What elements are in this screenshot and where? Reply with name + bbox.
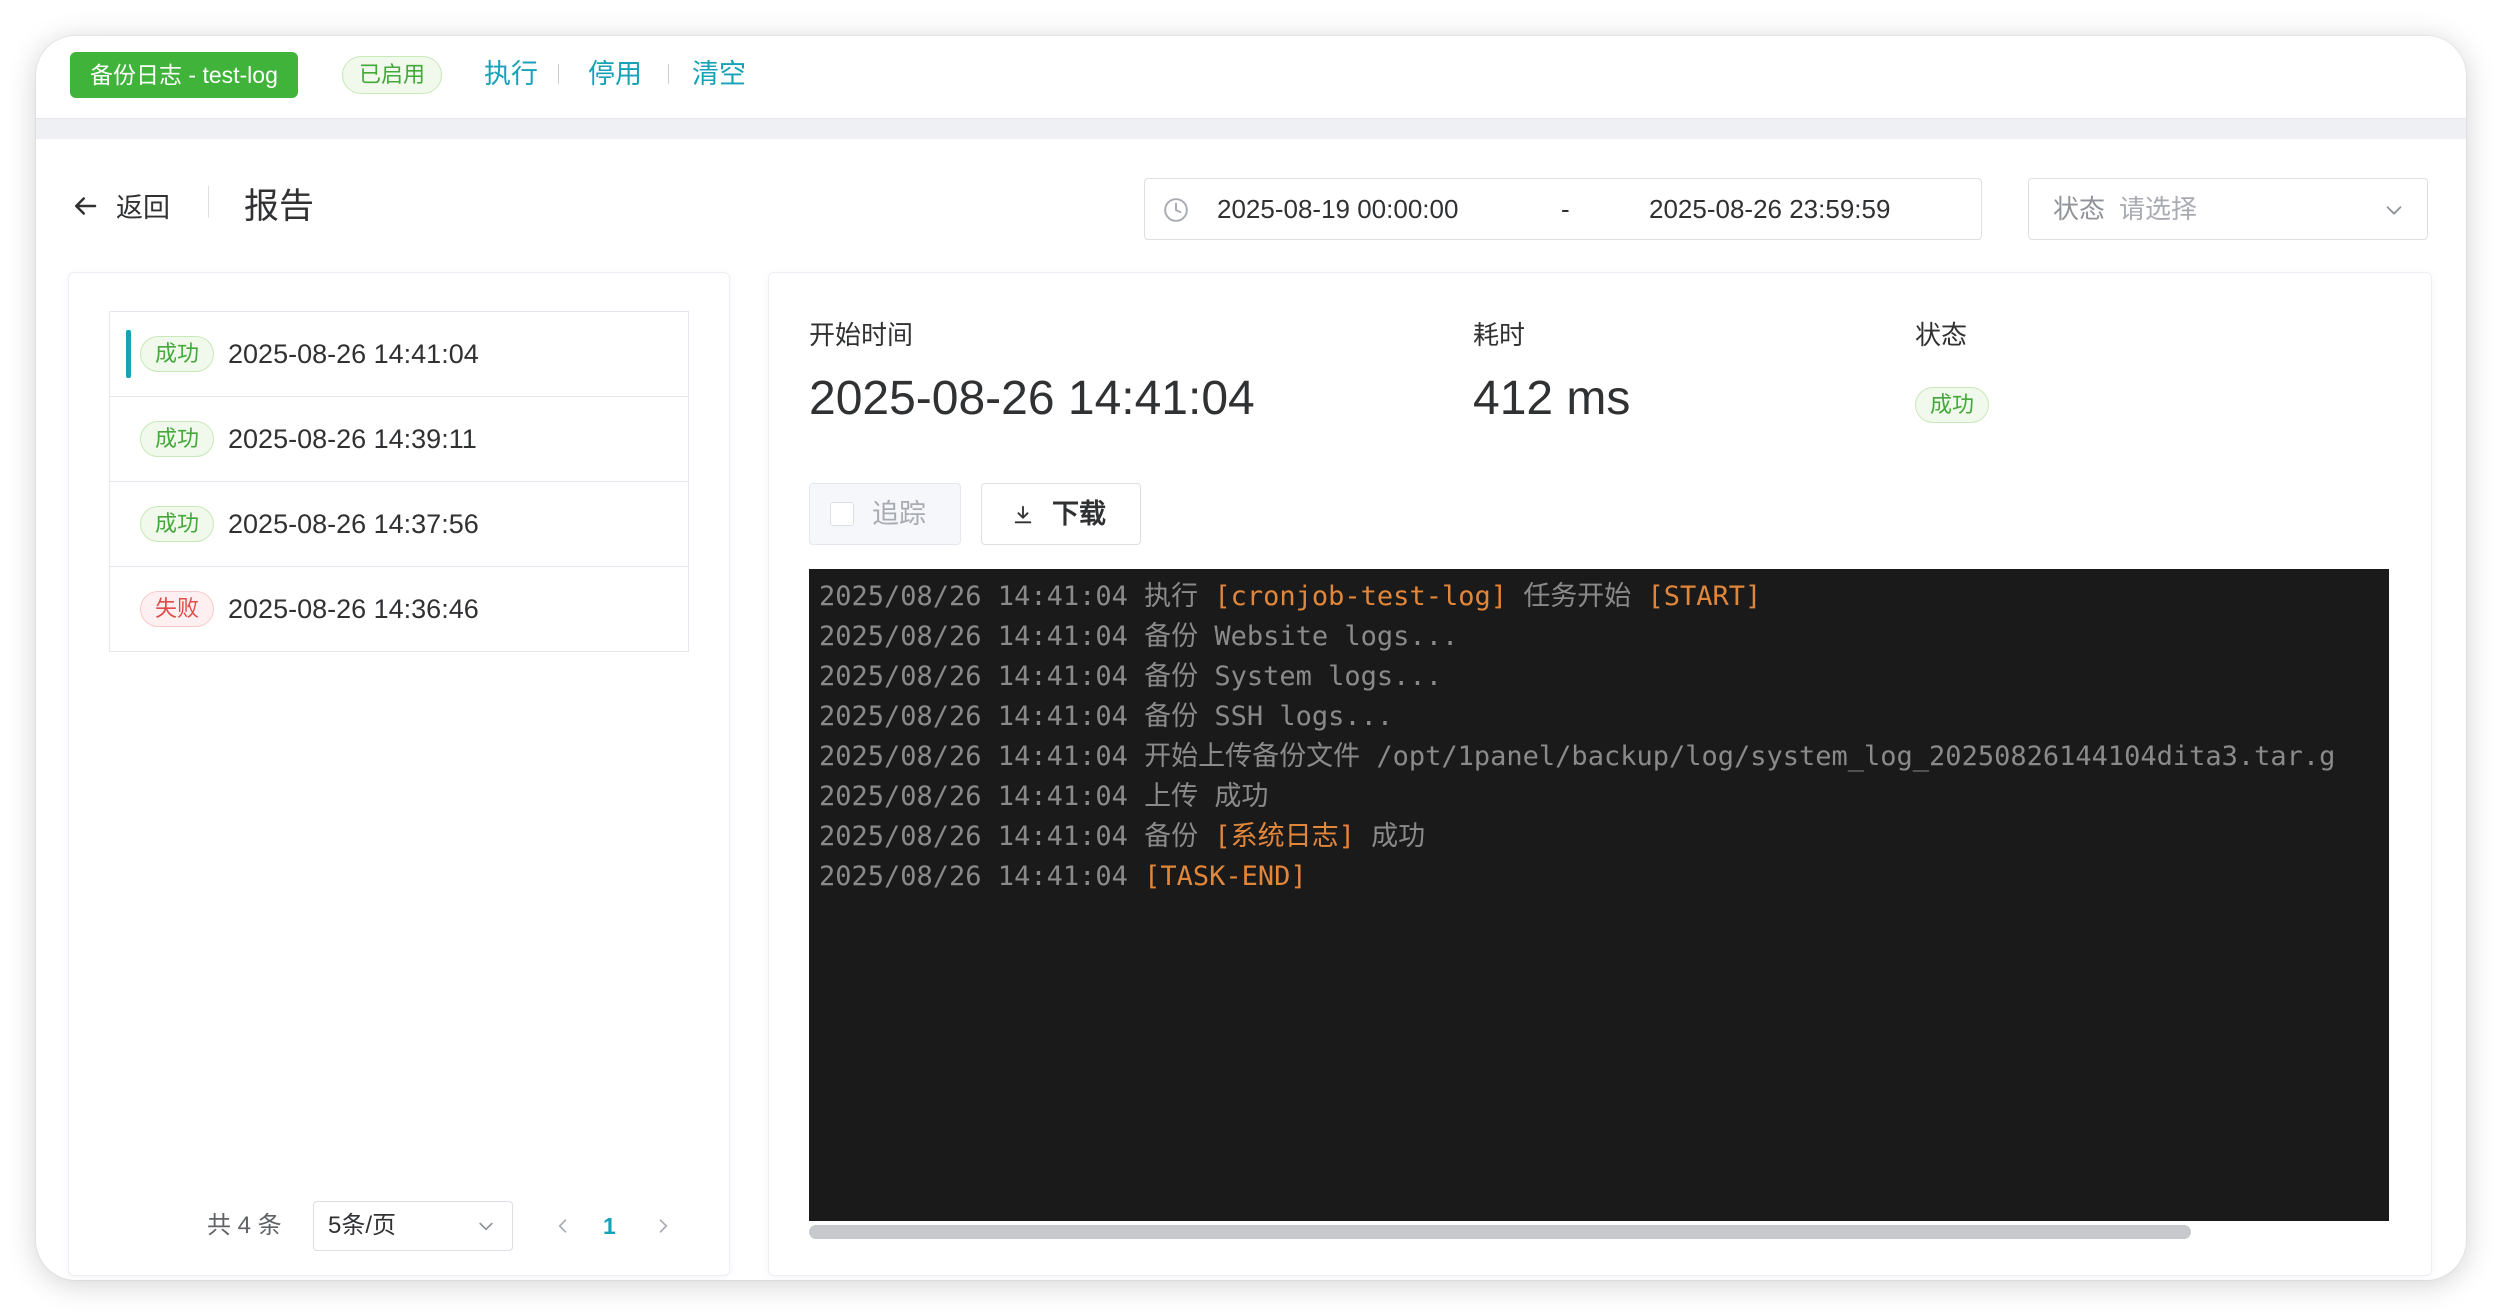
log-text: 备份 SSH logs... [1127,701,1394,732]
status-filter-select[interactable]: 状态 请选择 [2028,178,2428,240]
log-text: 上传 成功 [1127,781,1269,812]
log-text: 备份 System logs... [1127,661,1442,692]
back-label: 返回 [116,193,170,223]
app-window: 备份日志 - test-log 已启用 执行 停用 清空 返回 报告 2025-… [36,36,2466,1280]
pagination: 共 4 条 5条/页 1 [69,1201,729,1251]
chevron-down-icon [2386,206,2402,215]
page-size-select[interactable]: 5条/页 [313,1201,513,1251]
date-range-picker[interactable]: 2025-08-19 00:00:00 - 2025-08-26 23:59:5… [1144,178,1982,240]
status-badge: 成功 [1915,387,1990,423]
page-title: 报告 [244,187,315,226]
log-timestamp: 2025/08/26 14:41:04 [819,741,1128,772]
run-button[interactable]: 执行 [484,54,538,94]
log-timestamp: 2025/08/26 14:41:04 [819,701,1128,732]
record-item[interactable]: 成功 2025-08-26 14:39:11 [110,397,688,482]
clear-button[interactable]: 清空 [692,54,746,94]
download-button[interactable]: 下载 [981,483,1141,545]
status-label: 状态 [1915,320,1968,350]
download-label: 下载 [1052,499,1106,529]
chevron-right-icon[interactable] [653,1215,673,1237]
duration-label: 耗时 [1473,320,1526,350]
status-badge: 成功 [140,506,215,542]
log-text: 执行 [1127,581,1215,612]
log-line: 2025/08/26 14:41:04 备份 System logs... [819,657,2389,697]
trace-checkbox[interactable]: 追踪 [809,483,961,545]
chevron-left-icon[interactable] [553,1215,573,1237]
log-lines: 2025/08/26 14:41:04 执行 [cronjob-test-log… [819,577,2389,897]
record-item[interactable]: 成功 2025-08-26 14:41:04 [110,312,688,397]
job-name-tag: 备份日志 - test-log [70,52,298,98]
clock-icon [1164,198,1188,222]
trace-label: 追踪 [872,499,926,529]
start-time-label: 开始时间 [809,320,914,350]
log-text: 备份 Website logs... [1127,621,1459,652]
page-size-value: 5条/页 [328,1212,397,1239]
status-filter-placeholder: 请选择 [2119,194,2198,224]
log-timestamp: 2025/08/26 14:41:04 [819,781,1128,812]
record-list-panel: 成功 2025-08-26 14:41:04 成功 2025-08-26 14:… [68,272,730,1276]
log-timestamp: 2025/08/26 14:41:04 [819,861,1128,892]
chevron-down-icon [479,1222,493,1231]
log-highlight: [cronjob-test-log] [1214,581,1507,612]
top-bar: 备份日志 - test-log 已启用 执行 停用 清空 [36,36,2466,118]
download-icon [1014,505,1032,524]
log-line: 2025/08/26 14:41:04 执行 [cronjob-test-log… [819,577,2389,617]
record-item[interactable]: 成功 2025-08-26 14:37:56 [110,482,688,567]
date-range-start[interactable]: 2025-08-19 00:00:00 [1217,179,1458,239]
job-status-tag: 已启用 [342,56,443,94]
record-item[interactable]: 失败 2025-08-26 14:36:46 [110,567,688,651]
pagination-total: 共 4 条 [207,1212,282,1239]
page-number[interactable]: 1 [603,1201,616,1251]
log-timestamp: 2025/08/26 14:41:04 [819,821,1128,852]
log-highlight: [TASK-END] [1144,861,1307,892]
topbar-divider [36,118,2466,139]
arrow-left-icon [75,196,97,215]
log-line: 2025/08/26 14:41:04 上传 成功 [819,777,2389,817]
action-divider [558,64,559,84]
horizontal-scrollbar[interactable] [809,1225,2191,1239]
log-viewer[interactable]: 2025/08/26 14:41:04 执行 [cronjob-test-log… [809,569,2389,1221]
log-highlight: [START] [1647,581,1762,612]
record-time: 2025-08-26 14:37:56 [228,508,479,539]
date-range-end[interactable]: 2025-08-26 23:59:59 [1649,179,1890,239]
log-text: 任务开始 [1506,581,1648,612]
log-text: 成功 [1354,821,1426,852]
status-filter-label: 状态 [2053,194,2106,224]
start-time-value: 2025-08-26 14:41:04 [809,372,1255,425]
log-line: 2025/08/26 14:41:04 备份 SSH logs... [819,697,2389,737]
back-button[interactable]: 返回 [70,186,170,225]
header-divider [208,186,209,218]
date-range-separator: - [1561,194,1570,224]
status-badge: 成功 [140,421,215,457]
log-text: 备份 [1127,821,1215,852]
log-timestamp: 2025/08/26 14:41:04 [819,661,1128,692]
log-line: 2025/08/26 14:41:04 备份 Website logs... [819,617,2389,657]
record-time: 2025-08-26 14:41:04 [228,338,479,369]
log-text: 开始上传备份文件 /opt/1panel/backup/log/system_l… [1127,741,2336,772]
action-divider [668,64,669,84]
record-list: 成功 2025-08-26 14:41:04 成功 2025-08-26 14:… [109,311,689,652]
log-line: 2025/08/26 14:41:04 [TASK-END] [819,857,2389,897]
status-badge: 失败 [140,591,215,627]
disable-button[interactable]: 停用 [588,54,642,94]
record-detail-panel: 开始时间 2025-08-26 14:41:04 耗时 412 ms 状态 成功… [768,272,2432,1276]
log-highlight: [系统日志] [1214,821,1355,852]
checkbox-icon [830,502,854,526]
log-timestamp: 2025/08/26 14:41:04 [819,621,1128,652]
log-line: 2025/08/26 14:41:04 备份 [系统日志] 成功 [819,817,2389,857]
log-timestamp: 2025/08/26 14:41:04 [819,581,1128,612]
record-time: 2025-08-26 14:39:11 [228,423,477,454]
status-badge: 成功 [140,336,215,372]
log-line: 2025/08/26 14:41:04 开始上传备份文件 /opt/1panel… [819,737,2389,777]
record-time: 2025-08-26 14:36:46 [228,593,479,624]
duration-value: 412 ms [1473,372,1631,425]
